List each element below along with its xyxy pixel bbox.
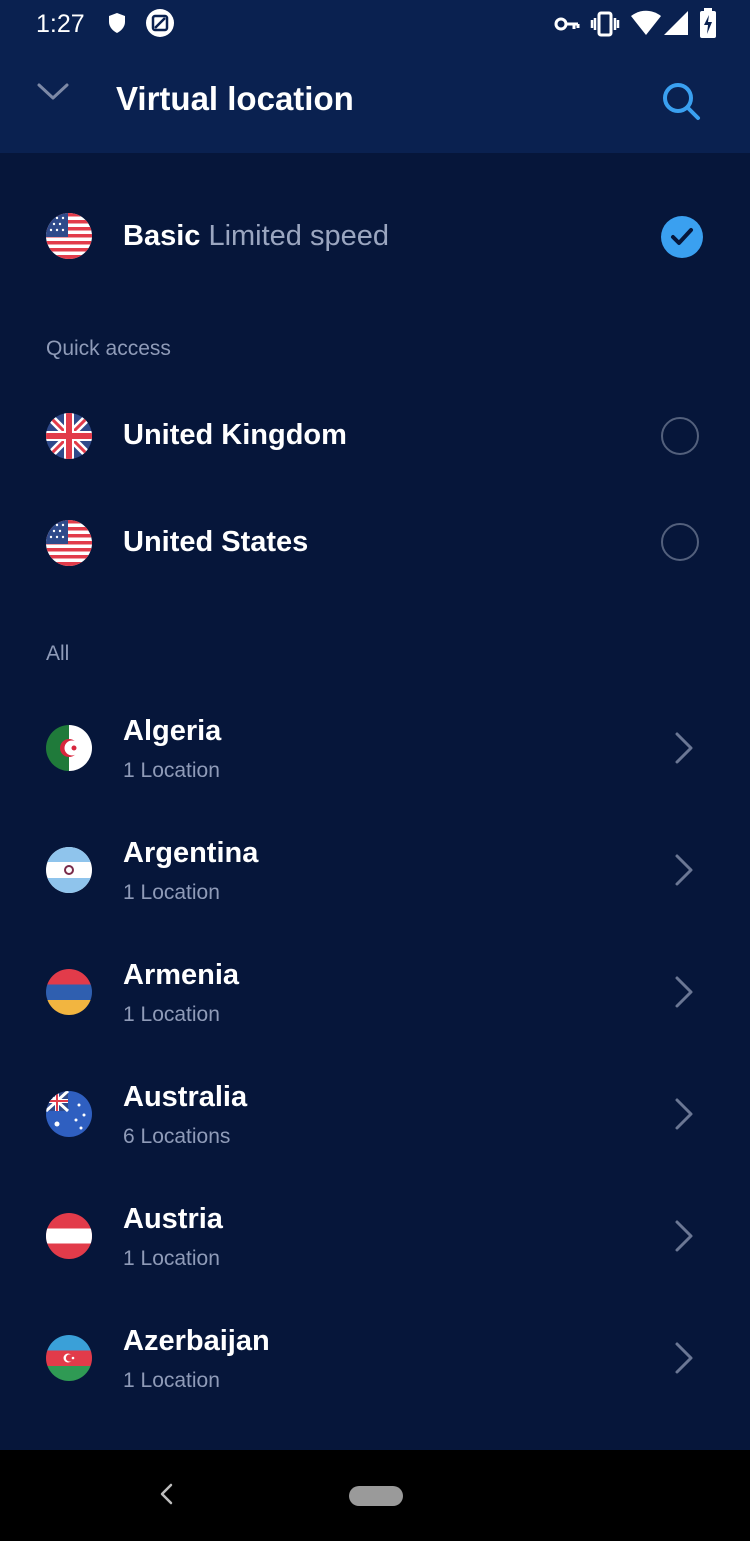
country-name: Australia xyxy=(123,1081,248,1113)
uk-flag-icon xyxy=(46,413,92,459)
page-title: Virtual location xyxy=(116,80,354,117)
radio-button[interactable] xyxy=(661,523,699,561)
search-icon[interactable] xyxy=(660,80,702,127)
country-row-argentina[interactable]: Argentina 1 Location xyxy=(0,805,750,927)
chevron-right-icon xyxy=(674,1097,694,1136)
country-name: Azerbaijan xyxy=(123,1325,270,1357)
location-count: 1 Location xyxy=(123,1003,220,1026)
quick-access-item[interactable]: United Kingdom xyxy=(0,387,750,487)
location-count: 1 Location xyxy=(123,1247,220,1270)
signal-icon xyxy=(663,10,689,41)
quick-access-item[interactable]: United States xyxy=(0,493,750,593)
section-quick-access: Quick access xyxy=(46,337,171,360)
location-count: 1 Location xyxy=(123,1369,220,1392)
argentina-flag-icon xyxy=(46,847,92,893)
home-pill-icon[interactable] xyxy=(349,1486,403,1506)
chevron-down-icon[interactable] xyxy=(36,82,70,107)
australia-flag-icon xyxy=(46,1091,92,1137)
armenia-flag-icon xyxy=(46,969,92,1015)
location-list: Basic Limited speed Quick access United … xyxy=(0,153,750,1450)
chevron-right-icon xyxy=(674,1219,694,1258)
nav-back-icon[interactable] xyxy=(158,1482,176,1511)
wifi-icon xyxy=(630,10,662,41)
basic-label: Basic Limited speed xyxy=(123,220,389,253)
basic-title: Basic xyxy=(123,220,201,252)
battery-charging-icon xyxy=(699,8,717,43)
basic-location-row[interactable]: Basic Limited speed xyxy=(0,188,750,288)
country-row-algeria[interactable]: Algeria 1 Location xyxy=(0,683,750,805)
app-bar: Virtual location xyxy=(0,50,750,153)
country-row-austria[interactable]: Austria 1 Location xyxy=(0,1171,750,1293)
vibrate-icon xyxy=(590,11,620,42)
country-name: United States xyxy=(123,526,309,558)
vpn-key-icon xyxy=(554,14,580,39)
country-row-australia[interactable]: Australia 6 Locations xyxy=(0,1049,750,1171)
chevron-right-icon xyxy=(674,731,694,770)
system-nav-bar xyxy=(0,1450,750,1541)
country-name: Argentina xyxy=(123,837,259,869)
us-flag-icon xyxy=(46,520,92,566)
country-name: Armenia xyxy=(123,959,240,991)
section-all: All xyxy=(46,642,70,665)
shield-icon xyxy=(107,12,127,39)
status-time: 1:27 xyxy=(36,10,85,38)
location-count: 6 Locations xyxy=(123,1125,231,1148)
location-count: 1 Location xyxy=(123,881,220,904)
algeria-flag-icon xyxy=(46,725,92,771)
basic-subtitle: Limited speed xyxy=(208,220,390,252)
status-bar: 1:27 xyxy=(0,0,750,50)
radio-button[interactable] xyxy=(661,417,699,455)
country-name: Austria xyxy=(123,1203,223,1235)
screen-icon xyxy=(145,8,175,43)
country-row-armenia[interactable]: Armenia 1 Location xyxy=(0,927,750,1049)
us-flag-icon xyxy=(46,213,92,259)
location-count: 1 Location xyxy=(123,759,220,782)
selected-check-icon[interactable] xyxy=(661,216,703,258)
chevron-right-icon xyxy=(674,1341,694,1380)
country-name: Algeria xyxy=(123,715,222,747)
chevron-right-icon xyxy=(674,975,694,1014)
chevron-right-icon xyxy=(674,853,694,892)
austria-flag-icon xyxy=(46,1213,92,1259)
country-row-azerbaijan[interactable]: Azerbaijan 1 Location xyxy=(0,1293,750,1415)
azerbaijan-flag-icon xyxy=(46,1335,92,1381)
country-name: United Kingdom xyxy=(123,419,347,451)
